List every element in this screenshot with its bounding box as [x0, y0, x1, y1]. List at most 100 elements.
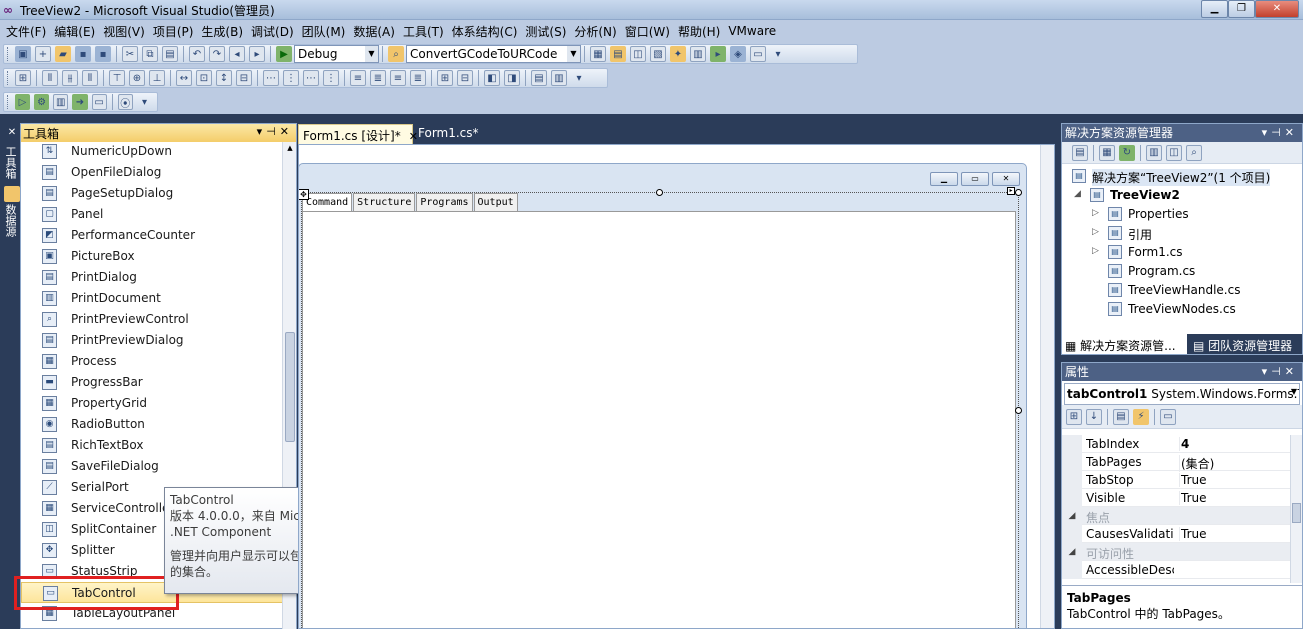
smart-tag-icon[interactable]: ▸ — [1007, 187, 1015, 195]
find-combo[interactable]: ConvertGCodeToURCode ▼ — [406, 45, 581, 63]
team-explorer-icon[interactable]: ◈ — [730, 46, 746, 62]
undo-icon[interactable]: ↶ — [189, 46, 205, 62]
tab-structure[interactable]: Structure — [353, 193, 416, 211]
solution-node[interactable]: ▤ Program.cs — [1062, 262, 1302, 281]
increase-horizontal-spacing-icon[interactable]: ⋮ — [283, 70, 299, 86]
property-value[interactable]: True — [1179, 491, 1207, 505]
object-selector[interactable]: tabControl1 System.Windows.Forms.T ▼ — [1064, 383, 1300, 405]
window-position-icon[interactable]: ▾ — [257, 125, 267, 138]
alphabetical-icon[interactable]: ↓ — [1086, 408, 1102, 425]
copy-icon[interactable]: ⧉ — [142, 46, 158, 62]
property-value[interactable]: (集合) — [1179, 455, 1214, 472]
make-horizontal-spacing-equal-icon[interactable]: ⋯ — [263, 70, 279, 86]
toolbox-item-savefiledialog[interactable]: ▤ SaveFileDialog — [21, 456, 284, 477]
form-designer[interactable]: ▁ ▭ ✕ Command Structure Programs Output … — [298, 144, 1055, 629]
tab-form1-design[interactable]: Form1.cs [设计]* ✕ — [298, 124, 418, 144]
auto-hide-pin-icon[interactable]: ⊣ — [266, 125, 280, 138]
make-vertical-spacing-equal-icon[interactable]: ≡ — [350, 70, 366, 86]
solution-explorer-icon[interactable]: ▦ — [590, 46, 606, 62]
align-rights-icon[interactable]: ⫴ — [82, 70, 98, 86]
toolbox-item-performancecounter[interactable]: ◩ PerformanceCounter — [21, 225, 284, 246]
toolbox-item-printpreviewcontrol[interactable]: ⌕ PrintPreviewControl — [21, 309, 284, 330]
view-code-icon[interactable]: ▥ — [1146, 144, 1162, 161]
collapse-arrow-icon[interactable]: ◢ — [1062, 543, 1082, 561]
tab-command[interactable]: Command — [302, 193, 353, 212]
make-same-width-icon[interactable]: ↔ — [176, 70, 192, 86]
align-middles-icon[interactable]: ⊕ — [129, 70, 145, 86]
property-category[interactable]: ◢ 可访问性 — [1062, 543, 1292, 561]
menu-team[interactable]: 团队(M) — [298, 23, 350, 40]
events-icon[interactable]: ⚡ — [1133, 408, 1149, 425]
menu-analyze[interactable]: 分析(N) — [570, 23, 620, 40]
toolbar-options-icon[interactable]: ▾ — [770, 46, 786, 62]
menu-file[interactable]: 文件(F) — [2, 23, 50, 40]
side-tab-toolbox[interactable]: 工具箱 — [2, 146, 18, 179]
property-row[interactable]: AccessibleDescr — [1062, 561, 1292, 579]
property-value[interactable]: True — [1179, 527, 1207, 541]
toolbox-item-numericupdown[interactable]: ⇅ NumericUpDown — [21, 142, 284, 162]
property-row[interactable]: CausesValidatio True — [1062, 525, 1292, 543]
break-all-icon[interactable]: ▥ — [53, 94, 69, 110]
remove-vertical-spacing-icon[interactable]: ≣ — [410, 70, 426, 86]
toolbar-grip[interactable] — [7, 47, 10, 61]
make-same-height-icon[interactable]: ↕ — [216, 70, 232, 86]
minimize-button[interactable]: ▁ — [1201, 0, 1228, 18]
solution-node[interactable]: ▤ 解决方案“TreeView2”(1 个项目) — [1062, 167, 1302, 186]
size-to-grid-icon[interactable]: ⊡ — [196, 70, 212, 86]
property-value[interactable]: 4 — [1179, 437, 1189, 451]
center-vertically-icon[interactable]: ⊟ — [457, 70, 473, 86]
tab-order-icon[interactable]: ▤ — [531, 70, 547, 86]
menu-debug[interactable]: 调试(D) — [247, 23, 298, 40]
server-explorer-icon[interactable]: ✕ — [4, 124, 20, 140]
save-icon[interactable]: ▪ — [75, 46, 91, 62]
toolbar-grip[interactable] — [7, 95, 10, 109]
show-all-files-icon[interactable]: ▦ — [1099, 144, 1115, 161]
solution-configuration-combo[interactable]: Debug ▼ — [294, 45, 379, 63]
start-icon[interactable]: ▷ — [14, 94, 31, 110]
toolbox-item-radiobutton[interactable]: ◉ RadioButton — [21, 414, 284, 435]
property-row[interactable]: TabIndex 4 — [1062, 435, 1292, 453]
bring-to-front-icon[interactable]: ◧ — [484, 70, 500, 86]
property-row[interactable]: TabPages (集合) — [1062, 453, 1292, 472]
remove-horizontal-spacing-icon[interactable]: ⋮ — [323, 70, 339, 86]
tab-form1-code[interactable]: Form1.cs* — [414, 124, 484, 144]
send-to-back-icon[interactable]: ◨ — [504, 70, 520, 86]
toolbox-item-richtextbox[interactable]: ▤ RichTextBox — [21, 435, 284, 456]
breakpoints-icon[interactable]: ⦿ — [117, 94, 133, 110]
new-project-icon[interactable]: ▣ — [15, 46, 31, 62]
solution-node[interactable]: ▷ ▤ 引用 — [1062, 224, 1302, 243]
make-same-size-icon[interactable]: ⊟ — [236, 70, 252, 86]
close-icon[interactable]: ✕ — [280, 125, 293, 138]
collapse-arrow-icon[interactable]: ◢ — [1062, 507, 1082, 525]
menu-build[interactable]: 生成(B) — [197, 23, 247, 40]
menu-project[interactable]: 项目(P) — [149, 23, 198, 40]
toolbar-options-icon[interactable]: ▾ — [571, 70, 587, 86]
decrease-vertical-spacing-icon[interactable]: ≡ — [390, 70, 406, 86]
scroll-thumb[interactable] — [285, 332, 295, 442]
menu-help[interactable]: 帮助(H) — [674, 23, 724, 40]
center-horizontally-icon[interactable]: ⊞ — [437, 70, 453, 86]
expand-arrow-icon[interactable]: ▷ — [1092, 246, 1099, 256]
property-grid-scrollbar[interactable] — [1290, 435, 1302, 583]
toolbox-icon[interactable]: ▧ — [650, 46, 666, 62]
toolbox-item-printdocument[interactable]: ▥ PrintDocument — [21, 288, 284, 309]
categorized-icon[interactable]: ⊞ — [1066, 408, 1082, 425]
tabcontrol1[interactable]: Command Structure Programs Output ✥ ▸ — [299, 187, 1022, 628]
property-category[interactable]: ◢ 焦点 — [1062, 507, 1292, 525]
menu-test[interactable]: 测试(S) — [521, 23, 570, 40]
continue-icon[interactable]: ➜ — [72, 94, 88, 110]
stop-icon[interactable]: ▭ — [91, 94, 107, 110]
align-lefts-icon[interactable]: ⫴ — [42, 70, 58, 86]
move-glyph-icon[interactable]: ✥ — [299, 189, 309, 200]
close-button[interactable]: ✕ — [1255, 0, 1299, 18]
object-browser-icon[interactable]: ◫ — [630, 46, 646, 62]
properties-view-icon[interactable]: ▤ — [1113, 408, 1129, 425]
align-bottoms-icon[interactable]: ⊥ — [149, 70, 165, 86]
attach-to-process-icon[interactable]: ⚙ — [34, 94, 50, 110]
toolbox-item-process[interactable]: ▦ Process — [21, 351, 284, 372]
toolbox-item-progressbar[interactable]: ▬ ProgressBar — [21, 372, 284, 393]
align-centers-icon[interactable]: ⫵ — [62, 70, 78, 86]
menu-vmware[interactable]: VMware — [724, 24, 780, 38]
redo-icon[interactable]: ↷ — [209, 46, 225, 62]
toolbar-grip[interactable] — [7, 71, 10, 85]
